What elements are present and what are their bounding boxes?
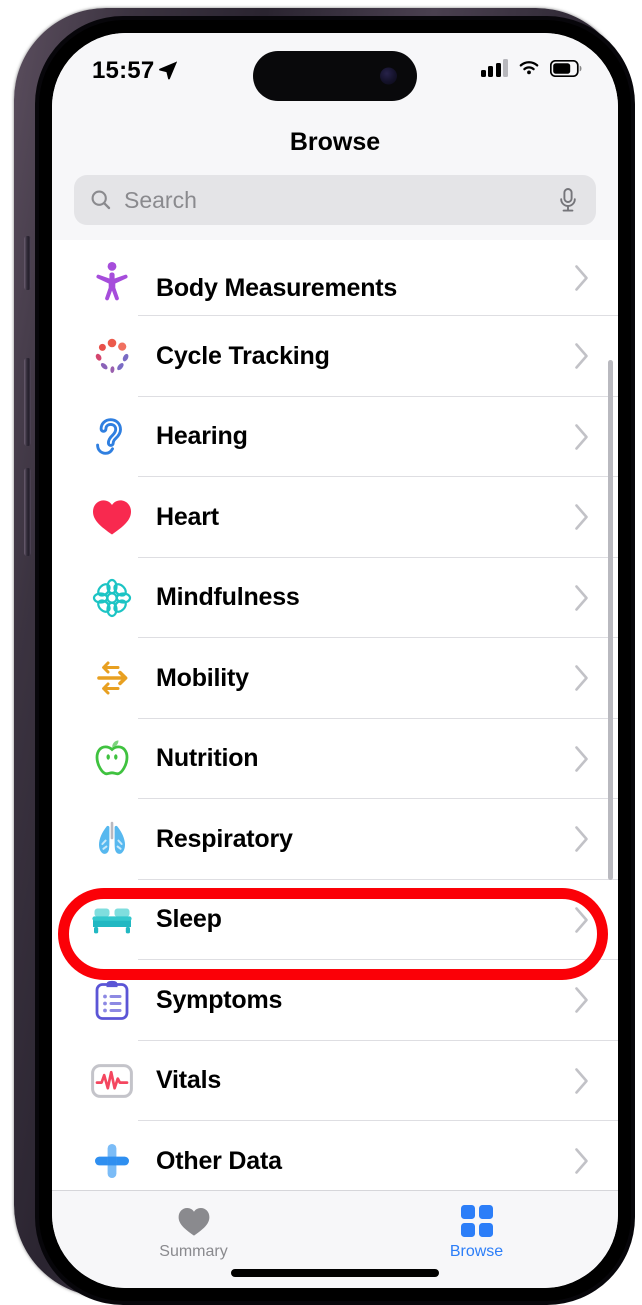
list-item-cycle-tracking[interactable]: Cycle Tracking <box>52 316 618 397</box>
list-item-label: Mindfulness <box>156 583 300 612</box>
phone-screen: 15:57 Browse Search Body Measurements Cy… <box>52 33 618 1288</box>
status-bar: 15:57 <box>52 33 618 113</box>
browse-category-list[interactable]: Body Measurements Cycle Tracking Hearing… <box>52 240 618 1190</box>
chevron-right-icon <box>575 987 588 1014</box>
chevron-right-icon <box>575 1148 588 1175</box>
tab-label: Summary <box>159 1243 228 1260</box>
heart-icon <box>90 495 134 539</box>
body-measurements-icon <box>90 259 134 303</box>
chevron-right-icon <box>575 584 588 611</box>
cycle-tracking-icon <box>90 334 134 378</box>
list-item-label: Hearing <box>156 422 248 451</box>
list-item-hearing[interactable]: Hearing <box>52 396 618 477</box>
list-item-respiratory[interactable]: Respiratory <box>52 799 618 880</box>
list-item-label: Symptoms <box>156 985 283 1014</box>
search-icon <box>91 190 111 210</box>
list-item-other-data[interactable]: Other Data <box>52 1121 618 1190</box>
list-item-label: Body Measurements <box>156 274 398 302</box>
search-field[interactable]: Search <box>74 175 596 225</box>
list-item-label: Other Data <box>156 1146 282 1175</box>
vitals-icon <box>90 1059 134 1103</box>
chevron-right-icon <box>575 504 588 531</box>
mobility-icon <box>90 656 134 700</box>
chevron-right-icon <box>575 826 588 853</box>
microphone-icon[interactable] <box>557 187 579 213</box>
front-camera-icon <box>380 67 397 85</box>
navigation-bar: Browse <box>52 113 618 173</box>
heart-icon <box>177 1203 211 1239</box>
chevron-right-icon <box>575 343 588 370</box>
hearing-icon <box>90 415 134 459</box>
battery-icon <box>550 59 582 77</box>
list-item-label: Cycle Tracking <box>156 341 330 370</box>
volume-up-button[interactable] <box>24 358 31 446</box>
chevron-right-icon <box>575 665 588 692</box>
list-item-vitals[interactable]: Vitals <box>52 1040 618 1121</box>
other-data-icon <box>90 1139 134 1183</box>
home-indicator[interactable] <box>231 1269 439 1277</box>
phone-frame: 15:57 Browse Search Body Measurements Cy… <box>14 8 635 1305</box>
search-input[interactable]: Search <box>124 187 557 214</box>
chevron-right-icon <box>575 745 588 772</box>
list-item-sleep[interactable]: Sleep <box>52 879 618 960</box>
status-bar-time: 15:57 <box>92 57 155 84</box>
list-item-label: Mobility <box>156 663 249 692</box>
mindfulness-icon <box>90 576 134 620</box>
chevron-right-icon <box>575 906 588 933</box>
chevron-right-icon <box>575 265 588 291</box>
vertical-scrollbar[interactable] <box>608 360 613 880</box>
list-item-label: Respiratory <box>156 824 293 853</box>
list-item-symptoms[interactable]: Symptoms <box>52 960 618 1041</box>
grid-squares-icon <box>460 1203 493 1239</box>
list-item-label: Sleep <box>156 905 222 934</box>
list-item-body-measurements[interactable]: Body Measurements <box>52 240 618 316</box>
list-item-label: Nutrition <box>156 744 259 773</box>
nutrition-icon <box>90 737 134 781</box>
list-item-mindfulness[interactable]: Mindfulness <box>52 557 618 638</box>
volume-down-button[interactable] <box>24 468 31 556</box>
chevron-right-icon <box>575 423 588 450</box>
wifi-icon <box>519 61 539 75</box>
list-item-nutrition[interactable]: Nutrition <box>52 718 618 799</box>
cellular-signal-icon <box>480 59 508 77</box>
chevron-right-icon <box>575 1067 588 1094</box>
respiratory-icon <box>90 817 134 861</box>
list-item-mobility[interactable]: Mobility <box>52 638 618 719</box>
dynamic-island <box>253 51 417 101</box>
list-item-label: Heart <box>156 502 219 531</box>
list-item-label: Vitals <box>156 1066 222 1095</box>
symptoms-icon <box>90 978 134 1022</box>
location-arrow-icon <box>159 61 178 80</box>
sleep-icon <box>90 898 134 942</box>
action-button[interactable] <box>24 236 31 290</box>
search-bar-container: Search <box>52 166 618 240</box>
page-title: Browse <box>289 128 381 156</box>
list-item-heart[interactable]: Heart <box>52 477 618 558</box>
status-bar-indicators <box>480 59 583 77</box>
tab-label: Browse <box>449 1243 504 1260</box>
